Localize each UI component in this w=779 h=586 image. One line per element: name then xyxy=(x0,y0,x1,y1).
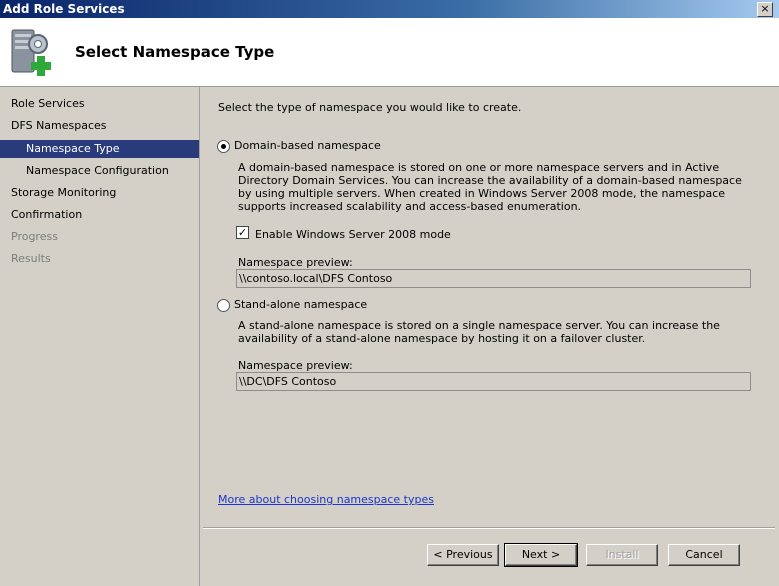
close-button[interactable]: × xyxy=(757,2,773,17)
domain-preview-field: \\contoso.local\DFS Contoso xyxy=(236,269,751,288)
instruction-text: Select the type of namespace you would l… xyxy=(218,101,522,114)
footer-divider xyxy=(203,527,775,529)
wizard-header: Select Namespace Type xyxy=(0,18,779,87)
domain-based-description: A domain-based namespace is stored on on… xyxy=(238,161,742,213)
install-button: Install xyxy=(586,544,658,566)
nav-item-dfs-namespaces[interactable]: DFS Namespaces xyxy=(0,117,199,135)
nav-item-role-services[interactable]: Role Services xyxy=(0,95,199,113)
nav-item-results: Results xyxy=(11,252,51,265)
wizard-nav: Role Services DFS Namespaces Namespace T… xyxy=(0,87,200,586)
next-button[interactable]: Next > xyxy=(504,543,578,567)
enable-2008-mode-checkbox[interactable]: ✓ xyxy=(236,226,249,239)
domain-based-radio[interactable] xyxy=(217,140,230,153)
nav-item-confirmation[interactable]: Confirmation xyxy=(0,206,199,224)
title-bar: Add Role Services × xyxy=(0,0,779,18)
help-link[interactable]: More about choosing namespace types xyxy=(218,493,434,506)
window-title: Add Role Services xyxy=(3,2,125,16)
enable-2008-mode-label[interactable]: Enable Windows Server 2008 mode xyxy=(255,228,451,241)
page-title: Select Namespace Type xyxy=(75,43,275,61)
standalone-radio[interactable] xyxy=(217,299,230,312)
standalone-label[interactable]: Stand-alone namespace xyxy=(234,298,367,311)
standalone-preview-field: \\DC\DFS Contoso xyxy=(236,372,751,391)
domain-based-label[interactable]: Domain-based namespace xyxy=(234,139,381,152)
nav-item-namespace-configuration[interactable]: Namespace Configuration xyxy=(0,162,199,180)
nav-item-progress: Progress xyxy=(11,230,58,243)
main-panel: Select the type of namespace you would l… xyxy=(200,87,777,528)
previous-button[interactable]: < Previous xyxy=(427,544,499,566)
domain-preview-label: Namespace preview: xyxy=(238,256,353,269)
nav-item-storage-monitoring[interactable]: Storage Monitoring xyxy=(0,184,199,202)
server-add-icon xyxy=(11,29,51,76)
nav-item-namespace-type[interactable]: Namespace Type xyxy=(0,140,199,158)
standalone-preview-label: Namespace preview: xyxy=(238,359,353,372)
standalone-description: A stand-alone namespace is stored on a s… xyxy=(238,319,720,345)
cancel-button[interactable]: Cancel xyxy=(668,544,740,566)
